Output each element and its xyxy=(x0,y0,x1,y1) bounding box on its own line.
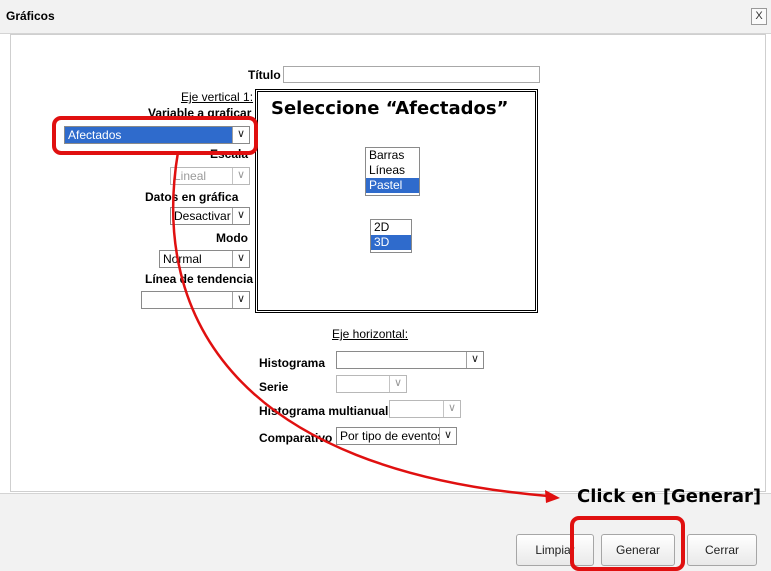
comparativo-select-value: Por tipo de eventos xyxy=(340,429,444,443)
multianual-label: Histograma multianual xyxy=(259,404,389,418)
titulo-input[interactable] xyxy=(283,66,540,83)
serie-label: Serie xyxy=(259,380,289,394)
chevron-down-icon: ∨ xyxy=(439,428,456,444)
dimension-listbox[interactable]: 2D 3D xyxy=(370,219,412,253)
tendencia-label: Línea de tendencia xyxy=(145,272,254,286)
close-button[interactable]: X xyxy=(751,8,767,25)
escala-select-value: Lineal xyxy=(174,169,207,183)
datos-label: Datos en gráfica xyxy=(145,190,239,204)
escala-label: Escala xyxy=(210,147,249,161)
comparativo-label: Comparativo xyxy=(259,431,333,445)
generar-button[interactable]: Generar xyxy=(601,534,675,566)
chevron-down-icon: ∨ xyxy=(232,127,249,143)
chevron-down-icon: ∨ xyxy=(232,292,249,308)
dimension-option[interactable]: 3D xyxy=(371,235,411,250)
dialog-title: Gráficos xyxy=(6,9,55,23)
chevron-down-icon: ∨ xyxy=(232,168,249,184)
chart-type-option[interactable]: Pastel xyxy=(366,178,419,193)
chart-options-box: Barras Líneas Pastel 2D 3D xyxy=(255,89,538,313)
multianual-select[interactable]: ∨ xyxy=(389,400,461,418)
comparativo-select[interactable]: Por tipo de eventos ∨ xyxy=(336,427,457,445)
select-hint-annotation: Seleccione “Afectados” xyxy=(271,98,509,119)
eje-vertical-label: Eje vertical 1: xyxy=(181,90,254,104)
escala-select[interactable]: Lineal ∨ xyxy=(170,167,250,185)
variable-select-value: Afectados xyxy=(68,128,122,142)
chevron-down-icon: ∨ xyxy=(389,376,406,392)
modo-label: Modo xyxy=(216,231,248,245)
chart-type-option[interactable]: Líneas xyxy=(366,163,419,178)
chart-type-listbox[interactable]: Barras Líneas Pastel xyxy=(365,147,420,196)
variable-select[interactable]: Afectados ∨ xyxy=(64,126,250,144)
click-hint-annotation: Click en [Generar] xyxy=(577,486,762,507)
cerrar-button[interactable]: Cerrar xyxy=(687,534,757,566)
modo-select[interactable]: Normal ∨ xyxy=(159,250,250,268)
datos-select[interactable]: Desactivar ∨ xyxy=(170,207,250,225)
chevron-down-icon: ∨ xyxy=(443,401,460,417)
histograma-select[interactable]: ∨ xyxy=(336,351,484,369)
tendencia-select[interactable]: ∨ xyxy=(141,291,250,309)
limpiar-button[interactable]: Limpiar xyxy=(516,534,594,566)
dialog-titlebar: Gráficos X xyxy=(0,0,771,34)
modo-select-value: Normal xyxy=(163,252,202,266)
variable-label: Variable a graficar xyxy=(148,106,252,120)
chevron-down-icon: ∨ xyxy=(466,352,483,368)
dimension-option[interactable]: 2D xyxy=(371,220,411,235)
serie-select[interactable]: ∨ xyxy=(336,375,407,393)
datos-select-value: Desactivar xyxy=(174,209,231,223)
chart-type-option[interactable]: Barras xyxy=(366,148,419,163)
chevron-down-icon: ∨ xyxy=(232,208,249,224)
histograma-label: Histograma xyxy=(259,356,326,370)
chevron-down-icon: ∨ xyxy=(232,251,249,267)
eje-horizontal-label: Eje horizontal: xyxy=(332,327,409,341)
titulo-label: Título xyxy=(248,68,281,82)
